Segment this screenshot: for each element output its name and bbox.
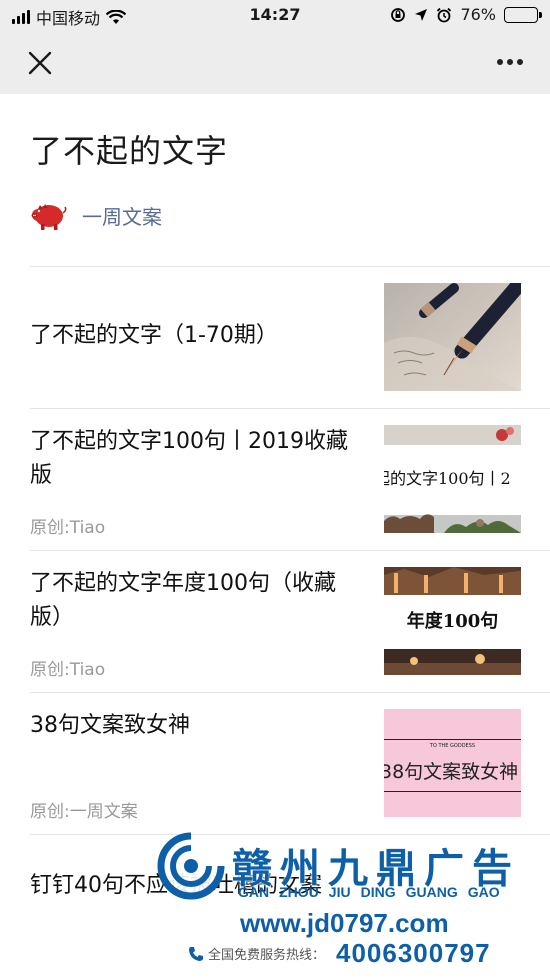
pinyin-syllable: ZHOU xyxy=(279,884,319,900)
pinyin-syllable: GAO xyxy=(467,884,500,900)
article-title: 了不起的文字（1-70期） xyxy=(30,323,278,348)
thumbnail-caption: 38句文案致女神 xyxy=(384,761,519,783)
article-title: 了不起的文字100句丨2019收藏版 xyxy=(30,429,348,488)
thumbnail-caption: 起的文字100句丨2 xyxy=(384,469,511,488)
battery-percent: 76% xyxy=(460,5,496,24)
more-icon-dot xyxy=(517,59,523,65)
location-icon xyxy=(415,8,428,21)
close-button[interactable] xyxy=(22,45,58,81)
watermark-site: www.jd0797.com xyxy=(240,908,449,938)
pinyin-syllable: DING xyxy=(360,884,396,900)
nav-bar xyxy=(0,30,550,94)
article-item[interactable]: 了不起的文字100句丨2019收藏版 原创:Tiao 起的文字100句丨2 xyxy=(30,408,550,550)
article-source: 原创:Tiao xyxy=(30,660,106,680)
more-button[interactable] xyxy=(492,50,528,74)
article-source: 原创:Tiao xyxy=(30,518,106,538)
more-icon-dot xyxy=(507,59,513,65)
article-source: 原创:一周文案 xyxy=(30,802,138,822)
more-icon-dot xyxy=(497,59,503,65)
thumbnail-line xyxy=(384,739,521,740)
author-link[interactable]: 一周文案 xyxy=(30,198,162,232)
article-thumbnail: 年度100句 xyxy=(384,567,521,675)
article-thumbnail: TO THE GODDESS 38句文案致女神 xyxy=(384,709,521,817)
thumbnail-subcaption: TO THE GODDESS xyxy=(429,743,476,749)
hotline-label: 全国免费服务热线： xyxy=(208,948,326,963)
watermark-pinyin: GAN ZHOU JIU DING GUANG GAO xyxy=(238,884,500,900)
rotation-lock-icon xyxy=(391,7,406,22)
close-icon xyxy=(28,51,52,75)
watermark: 赣州九鼎广告 GAN ZHOU JIU DING GUANG GAO www.j… xyxy=(150,826,550,978)
page-title: 了不起的文字 xyxy=(30,132,229,170)
author-name: 一周文案 xyxy=(82,204,162,229)
thumbnail-caption: 年度100句 xyxy=(406,611,499,632)
watermark-hotline: 全国免费服务热线： xyxy=(188,944,325,963)
alarm-icon xyxy=(437,7,452,22)
article-item[interactable]: 了不起的文字（1-70期） xyxy=(30,266,550,408)
article-item[interactable]: 38句文案致女神 原创:一周文案 TO THE GODDESS 38句文案致女神 xyxy=(30,692,550,834)
article-item[interactable]: 了不起的文字年度100句（收藏版） 原创:Tiao 年度100句 xyxy=(30,550,550,692)
thumbnail-line xyxy=(384,791,521,792)
brand-logo-icon xyxy=(157,832,225,900)
article-title: 了不起的文字年度100句（收藏版） xyxy=(30,571,336,630)
phone-icon xyxy=(189,946,203,961)
pinyin-syllable: JIU xyxy=(328,884,351,900)
battery-icon xyxy=(504,6,542,23)
pig-avatar-icon xyxy=(31,204,67,230)
article-thumbnail xyxy=(384,283,521,391)
fountain-pen-image xyxy=(384,283,521,391)
status-bar: 中国移动 14:27 76% xyxy=(0,0,550,30)
pinyin-syllable: GAN xyxy=(238,884,270,900)
watermark-phone: 4006300797 xyxy=(336,938,491,968)
article-title: 38句文案致女神 xyxy=(30,713,190,738)
pinyin-syllable: GUANG xyxy=(405,884,458,900)
article-thumbnail: 起的文字100句丨2 xyxy=(384,425,521,533)
